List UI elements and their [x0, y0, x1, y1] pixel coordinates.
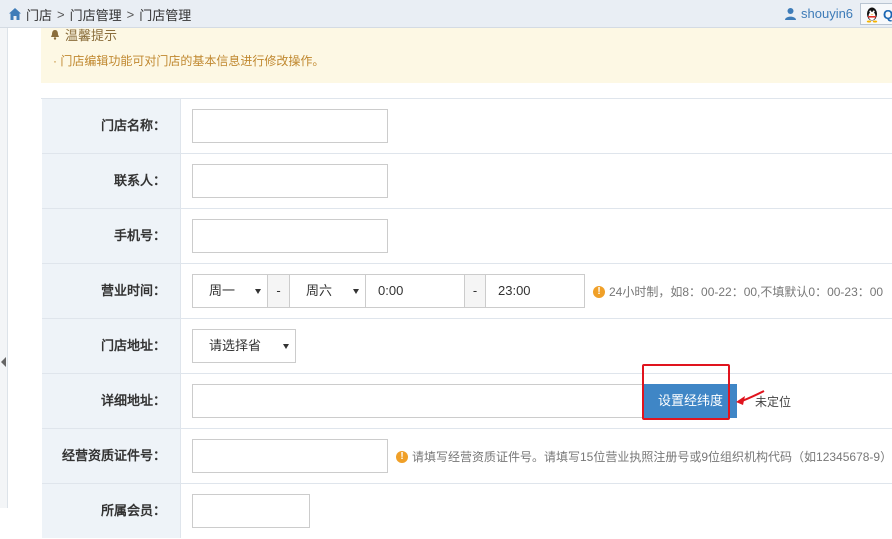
tips-title-text: 温馨提示 [65, 28, 118, 43]
license-hint: ! 请填写经营资质证件号。请填写15位营业执照注册号或9位组织机构代码（如123… [396, 448, 892, 465]
breadcrumb-item-store[interactable]: 门店 [26, 5, 52, 24]
sidebar-collapse-strip[interactable] [0, 28, 8, 508]
bell-icon [51, 29, 59, 40]
day-range-dash: - [267, 274, 290, 308]
day-to-value: 周六 [306, 283, 333, 298]
form-row-store-name: 门店名称： [42, 99, 892, 154]
partial-row-input[interactable] [192, 494, 310, 528]
warning-icon: ! [593, 285, 605, 298]
form-row-store-address: 门店地址： 请选择省 [42, 319, 892, 374]
province-select-value: 请选择省 [209, 338, 262, 353]
time-to-input[interactable]: 23:00 [485, 274, 585, 308]
form-row-license: 经营资质证件号： ! 请填写经营资质证件号。请填写15位营业执照注册号或9位组织… [42, 429, 892, 484]
form-row-partial: 所属会员： [42, 484, 892, 539]
breadcrumb-separator: > [126, 6, 135, 22]
phone-label: 手机号： [42, 209, 181, 263]
store-name-label: 门店名称： [42, 99, 181, 153]
license-label: 经营资质证件号： [42, 429, 181, 483]
detail-address-label: 详细地址： [42, 374, 181, 428]
tips-title: 温馨提示 [49, 25, 117, 44]
breadcrumb-separator: > [57, 6, 65, 22]
breadcrumb: 门店 > 门店管理 > 门店管理 [8, 5, 192, 24]
store-name-input[interactable] [192, 109, 388, 143]
business-hours-hint-text: 24小时制，如8：00-22：00,不填默认0：00-23：00 [609, 285, 884, 299]
day-from-select[interactable]: 周一 [192, 274, 268, 308]
license-hint-text: 请填写经营资质证件号。请填写15位营业执照注册号或9位组织机构代码（如12345… [412, 450, 892, 464]
chevron-down-icon [283, 344, 289, 349]
home-icon[interactable] [8, 7, 22, 21]
detail-address-input[interactable] [192, 384, 652, 418]
user-icon [785, 8, 796, 20]
form-row-contact: 联系人： [42, 154, 892, 209]
time-from-input[interactable]: 0:00 [365, 274, 465, 308]
breadcrumb-item-store-management[interactable]: 门店管理 [70, 5, 122, 24]
store-edit-form: 门店名称： 联系人： 手机号： 营业时间： 周一 - 周六 0:00 - 23:… [41, 98, 892, 538]
day-from-value: 周一 [209, 283, 236, 298]
form-row-phone: 手机号： [42, 209, 892, 264]
qq-button[interactable]: Q [860, 3, 892, 25]
chevron-down-icon [255, 289, 261, 294]
time-range-dash: - [464, 274, 486, 308]
qq-button-label: Q [883, 6, 892, 22]
red-highlight-box [642, 364, 730, 420]
collapse-arrow-icon[interactable] [1, 357, 6, 367]
qq-penguin-icon [866, 7, 878, 22]
contact-label: 联系人： [42, 154, 181, 208]
user-menu[interactable]: shouyin6 [784, 6, 853, 21]
store-address-label: 门店地址： [42, 319, 181, 373]
warning-icon: ! [396, 450, 408, 463]
red-arrow-icon [736, 390, 765, 405]
breadcrumb-item-current: 门店管理 [139, 7, 192, 23]
top-bar: 门店 > 门店管理 > 门店管理 shouyin6 Q [0, 0, 892, 28]
chevron-down-icon [353, 289, 359, 294]
business-hours-hint: ! 24小时制，如8：00-22：00,不填默认0：00-23：00 [593, 283, 883, 300]
province-select[interactable]: 请选择省 [192, 329, 296, 363]
phone-input[interactable] [192, 219, 388, 253]
license-input[interactable] [192, 439, 388, 473]
tips-panel: 温馨提示 · 门店编辑功能可对门店的基本信息进行修改操作。 [41, 28, 892, 83]
partial-row-label: 所属会员： [42, 484, 181, 538]
tips-item: · 门店编辑功能可对门店的基本信息进行修改操作。 [53, 54, 325, 68]
form-row-business-hours: 营业时间： 周一 - 周六 0:00 - 23:00 ! 24小时制，如8：00… [42, 264, 892, 319]
business-hours-label: 营业时间： [42, 264, 181, 318]
contact-input[interactable] [192, 164, 388, 198]
day-to-select[interactable]: 周六 [289, 274, 366, 308]
username: shouyin6 [801, 6, 854, 21]
tips-item-text: 门店编辑功能可对门店的基本信息进行修改操作。 [60, 54, 325, 68]
